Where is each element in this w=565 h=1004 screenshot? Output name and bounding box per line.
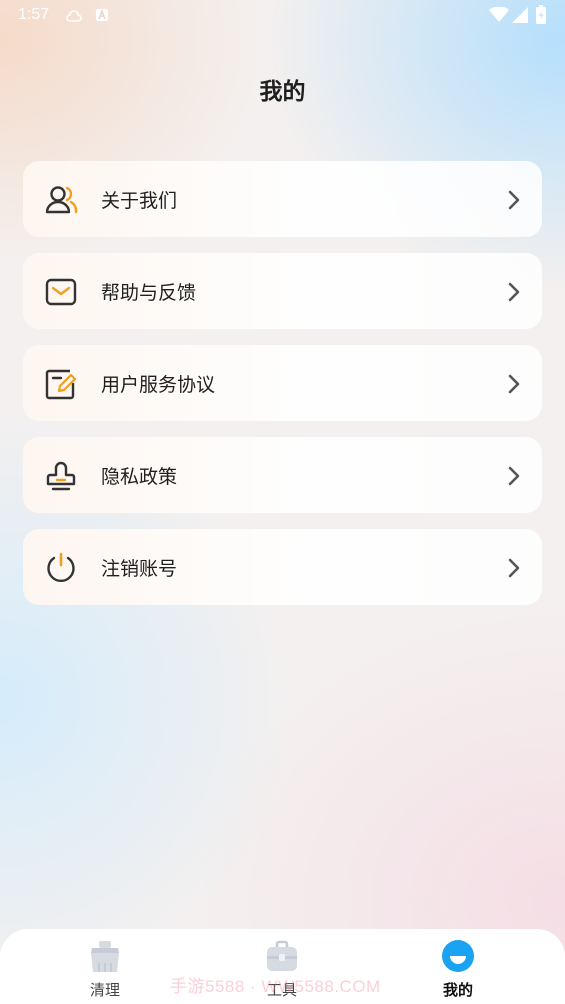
about-us-icon <box>45 186 78 214</box>
menu-item-label: 隐私政策 <box>101 466 178 488</box>
tab-label: 清理 <box>89 981 120 999</box>
menu-item-label: 用户服务协议 <box>101 374 216 396</box>
toolbox-icon <box>267 940 297 971</box>
chevron-right-icon <box>508 374 520 394</box>
tab-clean[interactable]: 清理 <box>60 939 150 1000</box>
watermark: 手游5588 · WW5588.COM <box>170 977 381 996</box>
broom-icon <box>91 941 119 972</box>
chevron-right-icon <box>508 282 520 302</box>
cloud-icon <box>66 10 82 22</box>
signal-icon <box>512 7 528 23</box>
menu-item-label: 关于我们 <box>101 190 178 212</box>
menu-item-privacy-policy[interactable]: 隐私政策 <box>23 437 542 513</box>
menu-item-about-us[interactable]: 关于我们 <box>23 161 542 237</box>
tab-mine[interactable]: 我的 <box>413 939 503 1000</box>
chevron-right-icon <box>508 466 520 486</box>
chevron-right-icon <box>508 190 520 210</box>
page-title: 我的 <box>259 79 306 105</box>
settings-menu: 关于我们 帮助与反馈 用户服务协议 隐私政策 注销账号 <box>23 161 542 621</box>
menu-item-user-agreement[interactable]: 用户服务协议 <box>23 345 542 421</box>
battery-icon <box>536 5 546 24</box>
menu-item-delete-account[interactable]: 注销账号 <box>23 529 542 605</box>
menu-item-help-feedback[interactable]: 帮助与反馈 <box>23 253 542 329</box>
status-bar: 1:57 <box>0 0 565 32</box>
status-time: 1:57 <box>18 6 50 23</box>
menu-item-label: 注销账号 <box>101 558 178 580</box>
menu-item-label: 帮助与反馈 <box>101 282 197 304</box>
wifi-icon <box>489 7 509 22</box>
mail-icon <box>45 278 77 306</box>
tab-label: 我的 <box>442 981 473 999</box>
power-icon <box>47 552 75 583</box>
agreement-edit-icon <box>45 369 77 400</box>
profile-face-icon <box>442 940 474 972</box>
chevron-right-icon <box>508 558 520 578</box>
a-icon <box>96 8 108 21</box>
privacy-stamp-icon <box>46 461 76 491</box>
